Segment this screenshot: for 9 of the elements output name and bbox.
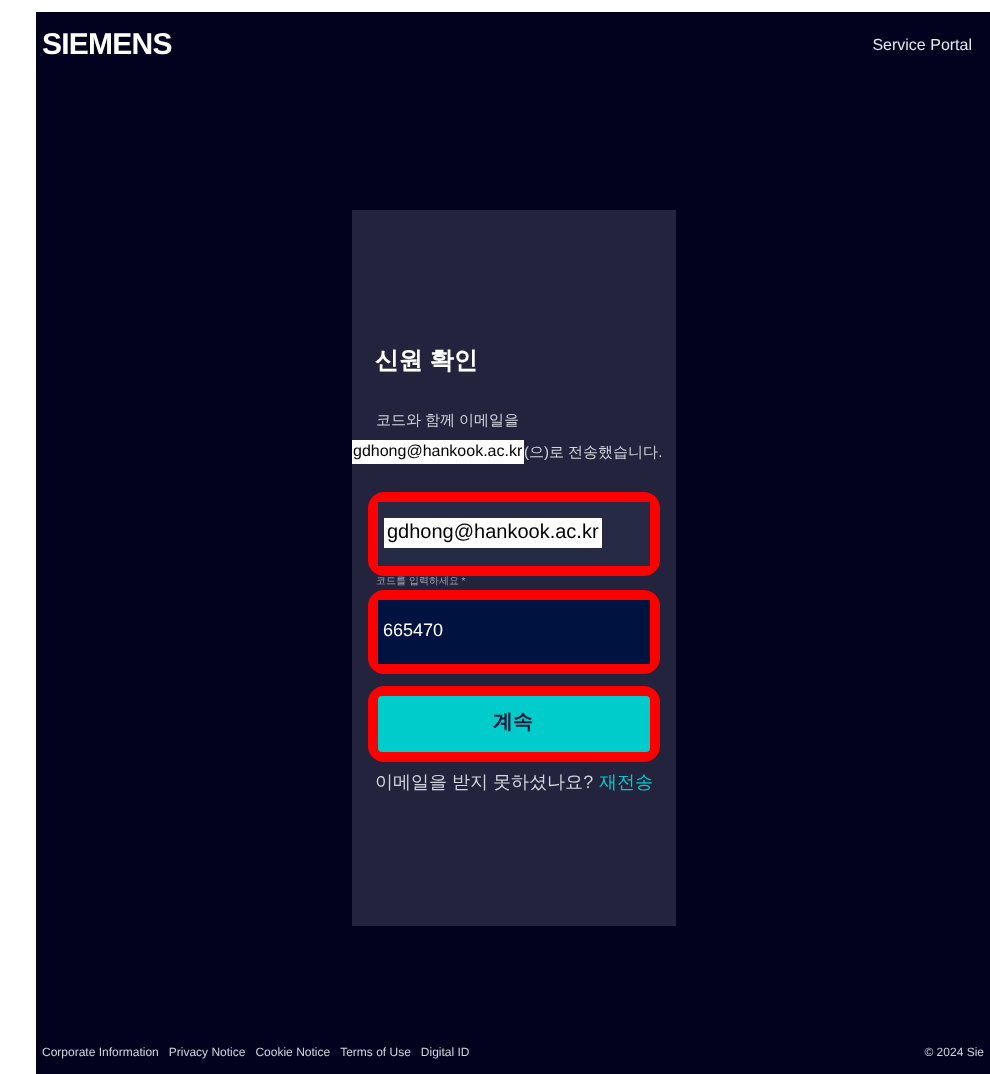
card-title: 신원 확인 [375,343,480,377]
brand-logo[interactable]: SIEMENS [42,24,172,69]
resend-link[interactable]: 재전송 [597,768,652,796]
email-field[interactable]: gdhong@hankook.ac.kr [377,501,649,565]
header-link[interactable]: Service Portal [872,34,972,59]
resend-prompt: 이메일을 받지 못하셨나요? [374,770,593,796]
email-text: gdhong@hankook.ac.kr [351,440,525,464]
continue-button[interactable]: 계속 [377,695,649,751]
code-field[interactable]: 665470 [377,599,649,663]
